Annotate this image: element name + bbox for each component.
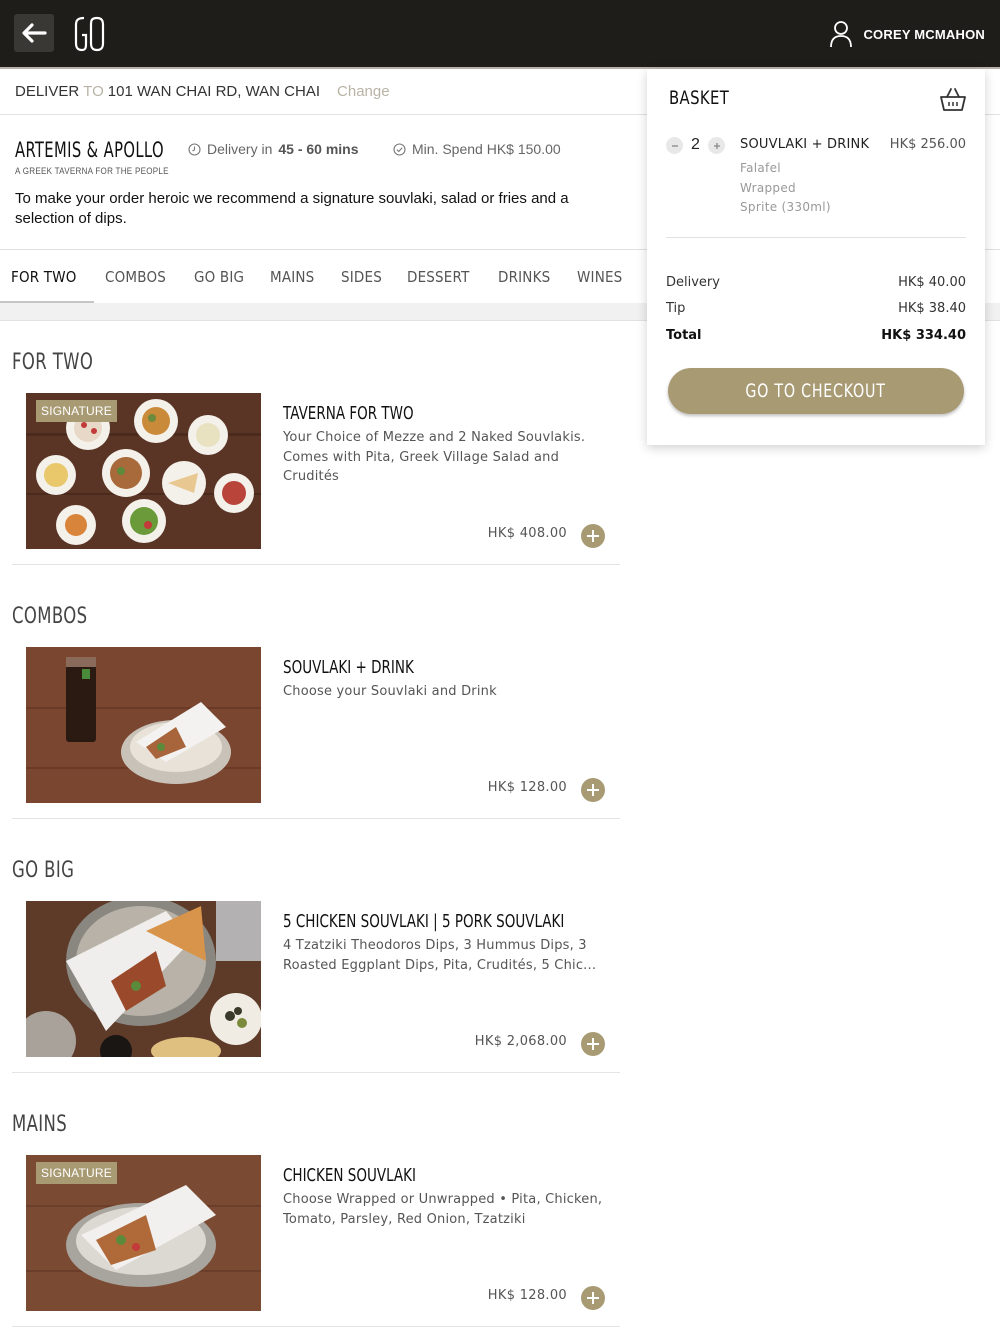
plus-icon [587, 784, 599, 796]
user-menu[interactable]: COREY MCMAHON [829, 20, 985, 48]
tip-label: Tip [666, 301, 686, 316]
restaurant-name: ARTEMIS & APOLLO [15, 138, 164, 162]
total-value: HK$ 334.40 [881, 328, 966, 343]
section-title-go-big: GO BIG [12, 858, 75, 883]
line-option: Falafel [740, 161, 781, 175]
section-title-for-two: FOR TWO [12, 350, 94, 375]
section-title-combos: COMBOS [12, 604, 88, 629]
deliver-label: DELIVER [15, 83, 80, 100]
line-item-price: HK$ 256.00 [889, 137, 966, 152]
tab-label: SIDES [340, 267, 382, 286]
basket-title: BASKET [669, 87, 730, 109]
item-image [26, 901, 261, 1057]
tab-wines[interactable]: WINES [577, 250, 627, 304]
tab-drinks[interactable]: DRINKS [498, 250, 556, 304]
minus-icon [671, 144, 678, 147]
checkout-label: GO TO CHECKOUT [745, 380, 887, 402]
item-name: TAVERNA FOR TWO [283, 403, 414, 424]
restaurant-info: ARTEMIS & APOLLO A GREEK TAVERNA FOR THE… [0, 116, 640, 249]
line-option: Wrapped [740, 181, 796, 195]
add-item-button[interactable] [581, 778, 605, 802]
top-bar: COREY MCMAHON [0, 0, 1000, 69]
tab-combos[interactable]: COMBOS [105, 250, 173, 304]
item-price: HK$ 2,068.00 [474, 1034, 567, 1049]
menu-item[interactable]: SIGNATURE TAVERNA FOR TWO Your Choice of… [12, 393, 620, 565]
item-name: SOUVLAKI + DRINK [283, 657, 414, 678]
tab-for-two[interactable]: FOR TWO [0, 250, 94, 304]
tip-value: HK$ 38.40 [898, 301, 966, 316]
item-price: HK$ 128.00 [487, 1288, 567, 1303]
delivery-time-value: 45 - 60 mins [278, 141, 359, 157]
tab-label: COMBOS [104, 267, 166, 286]
item-image: SIGNATURE [26, 393, 261, 549]
plus-icon [587, 1292, 599, 1304]
tab-sides[interactable]: SIDES [341, 250, 387, 304]
item-price: HK$ 408.00 [487, 526, 567, 541]
item-price: HK$ 128.00 [487, 780, 567, 795]
back-button[interactable] [14, 14, 54, 52]
section-title-mains: MAINS [12, 1112, 68, 1137]
delivery-fee-row: Delivery HK$ 40.00 [666, 275, 966, 290]
delivery-address: 101 WAN CHAI RD, WAN CHAI [107, 83, 321, 100]
tab-mains[interactable]: MAINS [270, 250, 319, 304]
min-spend-text: Min. Spend HK$ 150.00 [412, 141, 561, 157]
check-circle-icon [393, 142, 406, 156]
add-item-button[interactable] [581, 1286, 605, 1310]
line-quantity: 2 [691, 136, 700, 153]
item-image [26, 647, 261, 803]
tab-label: DESSERT [407, 267, 470, 286]
line-option: Sprite (330ml) [740, 200, 831, 214]
item-name: 5 CHICKEN SOUVLAKI | 5 PORK SOUVLAKI [283, 911, 565, 932]
plus-icon [587, 530, 599, 542]
user-name: COREY MCMAHON [863, 26, 985, 42]
tab-dessert[interactable]: DESSERT [407, 250, 476, 304]
plus-icon [587, 1038, 599, 1050]
clock-icon [188, 142, 201, 156]
to-label: TO [83, 83, 104, 100]
tab-label: WINES [576, 267, 623, 286]
line-item-name: SOUVLAKI + DRINK [740, 137, 870, 152]
tab-label: MAINS [270, 267, 315, 286]
delivery-prefix: Delivery in [207, 141, 273, 157]
restaurant-description: To make your order heroic we recommend a… [15, 190, 569, 227]
change-address-link[interactable]: Change [337, 83, 390, 100]
checkout-button[interactable]: GO TO CHECKOUT [668, 368, 964, 414]
signature-badge: SIGNATURE [36, 400, 117, 422]
tip-row: Tip HK$ 38.40 [666, 301, 966, 316]
add-item-button[interactable] [581, 1032, 605, 1056]
delivery-time: Delivery in 45 - 60 mins [188, 141, 359, 157]
min-spend: Min. Spend HK$ 150.00 [393, 141, 561, 157]
menu-item[interactable]: 5 CHICKEN SOUVLAKI | 5 PORK SOUVLAKI 4 T… [12, 901, 620, 1073]
item-description: Choose Wrapped or Unwrapped • Pita, Chic… [283, 1192, 603, 1227]
decrease-quantity-button[interactable] [666, 137, 683, 154]
delivery-fee-value: HK$ 40.00 [898, 275, 966, 290]
tab-label: GO BIG [193, 267, 244, 286]
basket-panel: BASKET 2 SOUVLAKI + DRINK HK$ 256.00 Fal… [647, 69, 985, 445]
basket-icon[interactable] [939, 86, 967, 112]
restaurant-subtitle: A GREEK TAVERNA FOR THE PEOPLE [15, 166, 169, 177]
tab-label: DRINKS [497, 267, 551, 286]
item-name: CHICKEN SOUVLAKI [283, 1165, 416, 1186]
add-item-button[interactable] [581, 524, 605, 548]
tab-go-big[interactable]: GO BIG [194, 250, 250, 304]
plus-icon [713, 142, 720, 149]
item-image: SIGNATURE [26, 1155, 261, 1311]
basket-divider [666, 237, 966, 238]
menu-item[interactable]: SIGNATURE CHICKEN SOUVLAKI Choose Wrappe… [12, 1155, 620, 1327]
user-icon [830, 21, 853, 48]
total-row: Total HK$ 334.40 [666, 328, 966, 343]
increase-quantity-button[interactable] [708, 137, 725, 154]
signature-badge: SIGNATURE [36, 1162, 117, 1184]
back-arrow-icon [22, 23, 47, 43]
logo-mark [74, 16, 105, 52]
item-description: 4 Tzatziki Theodoros Dips, 3 Hummus Dips… [283, 938, 597, 973]
go-logo[interactable] [72, 12, 106, 56]
item-description: Your Choice of Mezze and 2 Naked Souvlak… [283, 430, 586, 484]
tab-label: FOR TWO [11, 267, 77, 286]
menu-item[interactable]: SOUVLAKI + DRINK Choose your Souvlaki an… [12, 647, 620, 819]
item-description: Choose your Souvlaki and Drink [283, 684, 497, 699]
total-label: Total [666, 328, 702, 343]
delivery-fee-label: Delivery [666, 275, 720, 290]
